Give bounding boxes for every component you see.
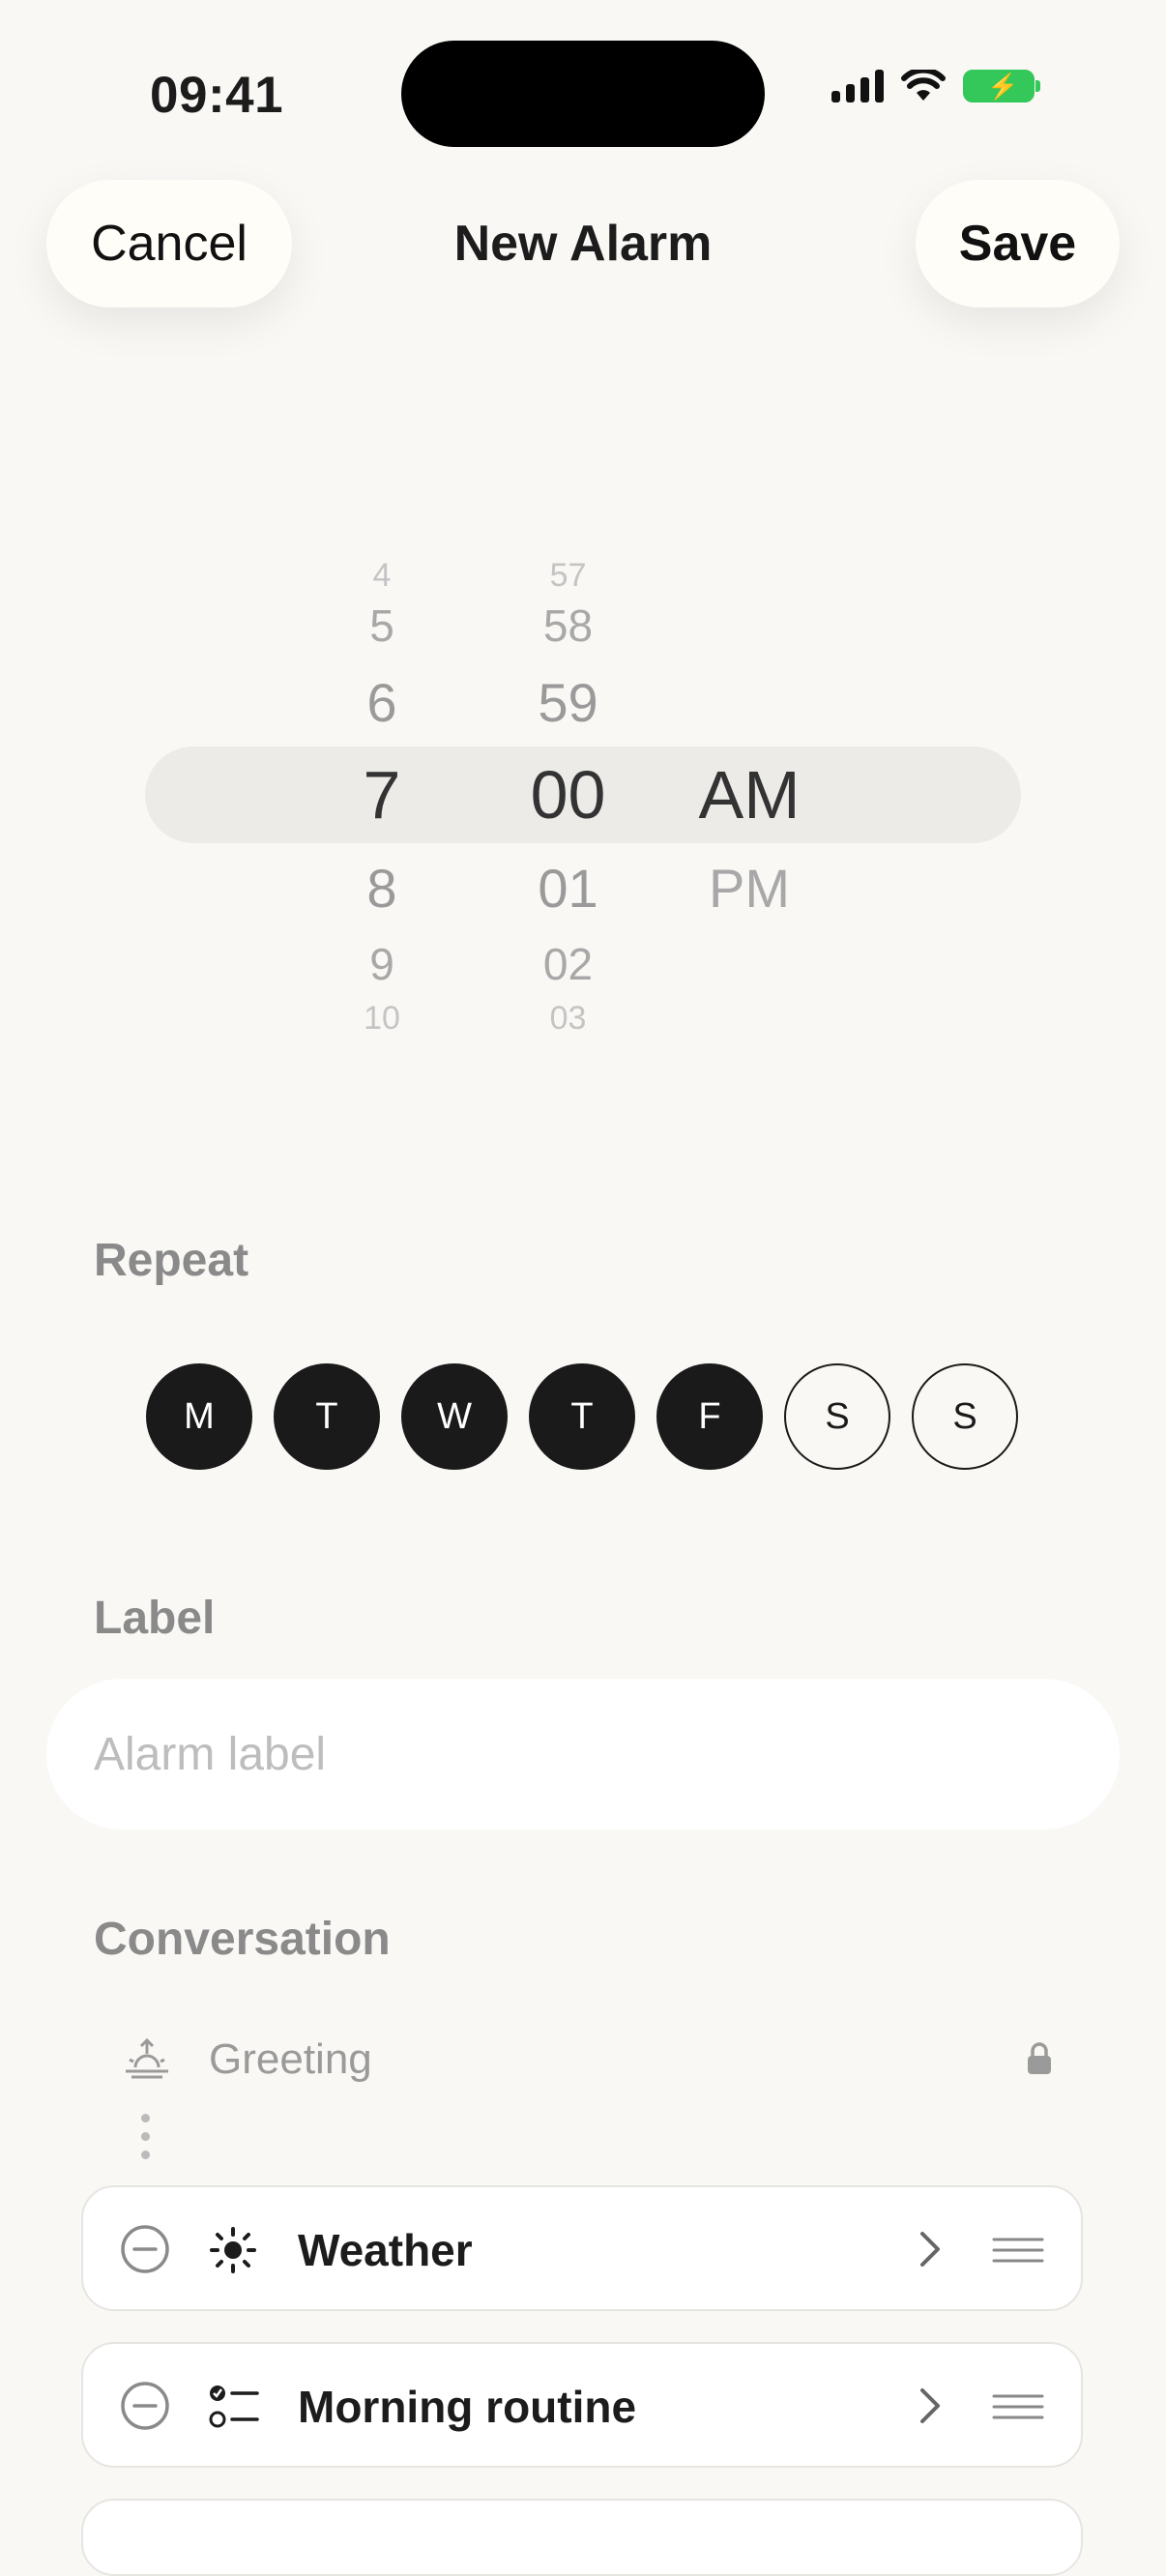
minute-option[interactable]: 59 xyxy=(503,671,633,734)
minute-option[interactable]: 58 xyxy=(503,600,633,652)
cellular-signal-icon xyxy=(831,70,884,102)
status-icons: ⚡ xyxy=(831,70,1040,102)
day-toggle-friday[interactable]: F xyxy=(656,1363,763,1470)
day-toggle-wednesday[interactable]: W xyxy=(401,1363,508,1470)
hour-option[interactable]: 6 xyxy=(319,671,445,734)
conversation-item-morning-routine[interactable]: Morning routine xyxy=(81,2342,1083,2468)
repeat-heading: Repeat xyxy=(94,1235,249,1286)
repeat-days: M T W T F S S xyxy=(146,1363,1018,1470)
conversation-item-name: Weather xyxy=(298,2225,473,2275)
hour-option[interactable]: 5 xyxy=(319,600,445,652)
minute-option[interactable]: 57 xyxy=(503,557,633,595)
day-toggle-sunday[interactable]: S xyxy=(912,1363,1018,1470)
period-selected[interactable]: AM xyxy=(677,756,822,834)
remove-icon[interactable] xyxy=(120,2224,170,2274)
hour-wheel[interactable]: 4 5 6 7 8 9 10 xyxy=(319,522,445,1054)
dynamic-island xyxy=(401,41,765,147)
minute-option[interactable]: 03 xyxy=(503,1000,633,1038)
hour-selected[interactable]: 7 xyxy=(319,756,445,834)
minute-selected[interactable]: 00 xyxy=(503,756,633,834)
hour-option[interactable]: 9 xyxy=(319,938,445,990)
period-wheel[interactable]: AM PM xyxy=(677,522,822,1054)
conversation-heading: Conversation xyxy=(94,1914,391,1965)
day-toggle-thursday[interactable]: T xyxy=(529,1363,635,1470)
status-time: 09:41 xyxy=(150,67,284,124)
lock-icon xyxy=(1028,2042,1051,2074)
alarm-label-input[interactable] xyxy=(46,1679,1120,1830)
remove-icon[interactable] xyxy=(120,2381,170,2431)
greeting-row: Greeting xyxy=(124,2031,1052,2089)
drag-handle-icon[interactable] xyxy=(992,2236,1044,2265)
chevron-right-icon[interactable] xyxy=(915,2385,944,2427)
day-toggle-saturday[interactable]: S xyxy=(784,1363,890,1470)
conversation-item-name: Morning routine xyxy=(298,2382,637,2432)
wifi-icon xyxy=(901,70,946,101)
conversation-item-partial[interactable] xyxy=(81,2499,1083,2576)
chevron-right-icon[interactable] xyxy=(915,2228,944,2270)
conversation-item-weather[interactable]: Weather xyxy=(81,2185,1083,2311)
sun-icon xyxy=(210,2227,256,2273)
hour-option[interactable]: 10 xyxy=(319,1000,445,1038)
minute-wheel[interactable]: 57 58 59 00 01 02 03 xyxy=(503,522,633,1054)
save-button[interactable]: Save xyxy=(916,180,1120,307)
greeting-label: Greeting xyxy=(209,2035,372,2083)
day-toggle-monday[interactable]: M xyxy=(146,1363,252,1470)
battery-charging-icon: ⚡ xyxy=(963,70,1040,102)
hour-option[interactable]: 8 xyxy=(319,857,445,920)
sunrise-icon xyxy=(126,2038,168,2079)
period-option[interactable]: PM xyxy=(677,857,822,920)
hour-option[interactable]: 4 xyxy=(319,557,445,595)
label-heading: Label xyxy=(94,1593,216,1644)
minute-option[interactable]: 01 xyxy=(503,857,633,920)
checklist-icon xyxy=(209,2386,259,2428)
drag-handle-icon[interactable] xyxy=(992,2392,1044,2421)
day-toggle-tuesday[interactable]: T xyxy=(274,1363,380,1470)
connector-dots xyxy=(141,2114,150,2159)
minute-option[interactable]: 02 xyxy=(503,938,633,990)
